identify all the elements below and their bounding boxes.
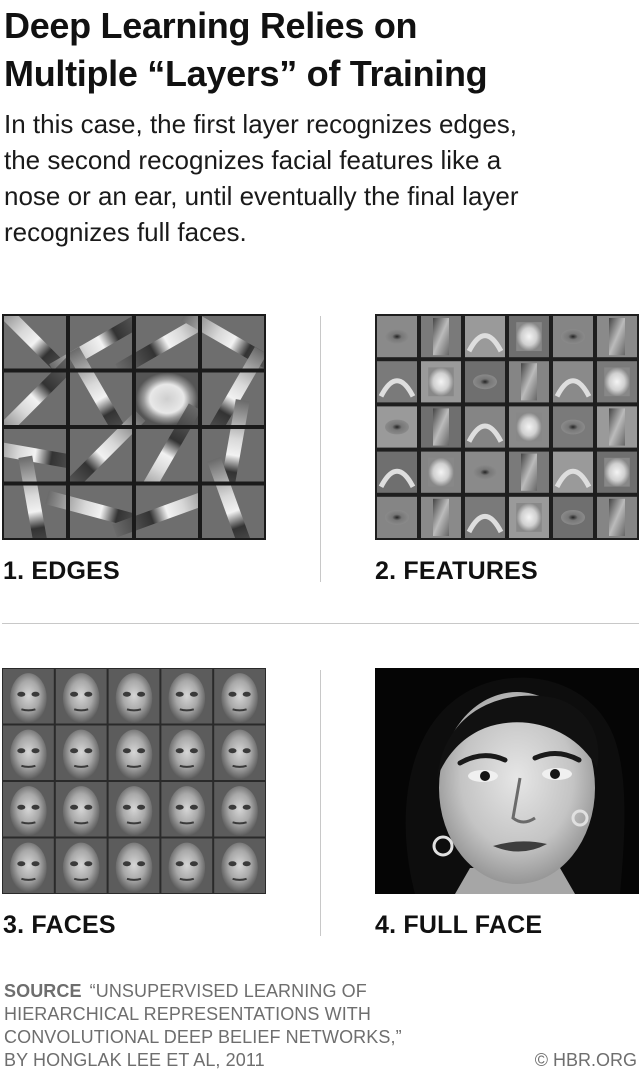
- feature-filter-tile: [465, 406, 505, 448]
- full-face-photo: [375, 668, 639, 894]
- face-filter-tile: [3, 782, 54, 837]
- faces-label: 3. FACES: [3, 911, 116, 939]
- face-filter-tile: [55, 782, 107, 837]
- subtitle-line: recognizes full faces.: [4, 217, 247, 247]
- feature-filter-tile: [597, 451, 637, 493]
- subtitle-line: In this case, the first layer recognizes…: [4, 109, 518, 139]
- feature-filter-tile: [553, 451, 593, 493]
- source-text: “UNSUPERVISED LEARNING OF: [89, 981, 367, 1001]
- feature-filter-tile: [421, 361, 461, 403]
- feature-filter-tile: [465, 316, 505, 358]
- feature-filter-tile: [421, 406, 461, 448]
- feature-filter-tile: [597, 406, 637, 448]
- edges-image: [2, 314, 266, 540]
- face-filter-tile: [3, 725, 54, 780]
- face-filter-tile: [55, 669, 107, 724]
- full-face-label: 4. FULL FACE: [375, 911, 543, 939]
- feature-filter-tile: [553, 361, 593, 403]
- feature-filter-tile: [377, 361, 417, 403]
- face-filter-tile: [55, 838, 107, 893]
- feature-filter-tile: [465, 496, 505, 538]
- face-filter-tile: [3, 669, 54, 724]
- face-filter-tile: [161, 782, 213, 837]
- subtitle-line: the second recognizes facial features li…: [4, 145, 502, 175]
- face-filter-tile: [108, 782, 160, 837]
- horizontal-divider: [2, 623, 639, 624]
- source-text: CONVOLUTIONAL DEEP BELIEF NETWORKS,”: [4, 1027, 402, 1047]
- chart-subtitle: In this case, the first layer recognizes…: [4, 106, 634, 250]
- source-text: BY HONGLAK LEE ET AL, 2011: [4, 1050, 265, 1070]
- features-label: 2. FEATURES: [375, 557, 538, 585]
- chart-title: Deep Learning Relies on Multiple “Layers…: [4, 2, 634, 98]
- vertical-divider: [320, 316, 321, 582]
- face-filter-tile: [161, 838, 213, 893]
- faces-image: [2, 668, 266, 894]
- face-filter-tile: [3, 838, 54, 893]
- feature-filter-tile: [377, 316, 417, 358]
- face-filter-tile: [214, 669, 265, 724]
- source-key: SOURCE: [4, 981, 82, 1001]
- source-note: SOURCE “UNSUPERVISED LEARNING OF HIERARCH…: [4, 980, 524, 1072]
- feature-filter-tile: [377, 451, 417, 493]
- face-filter-tile: [161, 725, 213, 780]
- feature-filter-tile: [377, 496, 417, 538]
- face-filter-tile: [214, 838, 265, 893]
- features-image: [375, 314, 639, 540]
- face-filter-tile: [108, 669, 160, 724]
- feature-filter-tile: [421, 316, 461, 358]
- title-line: Deep Learning Relies on: [4, 5, 418, 46]
- feature-filter-tile: [597, 361, 637, 403]
- face-filter-tile: [214, 725, 265, 780]
- feature-filter-tile: [597, 496, 637, 538]
- feature-filter-tile: [421, 496, 461, 538]
- feature-filter-tile: [465, 451, 505, 493]
- copyright-credit: © HBR.ORG: [534, 1050, 637, 1070]
- feature-filter-tile: [553, 406, 593, 448]
- face-filter-tile: [108, 838, 160, 893]
- feature-filter-tile: [509, 406, 549, 448]
- face-filter-tile: [108, 725, 160, 780]
- face-filter-tile: [161, 669, 213, 724]
- feature-filter-tile: [421, 451, 461, 493]
- subtitle-line: nose or an ear, until eventually the fin…: [4, 181, 519, 211]
- feature-filter-tile: [509, 496, 549, 538]
- title-line: Multiple “Layers” of Training: [4, 53, 488, 94]
- source-text: HIERARCHICAL REPRESENTATIONS WITH: [4, 1004, 371, 1024]
- feature-filter-tile: [509, 361, 549, 403]
- vertical-divider: [320, 670, 321, 936]
- face-filter-tile: [214, 782, 265, 837]
- face-filter-tile: [55, 725, 107, 780]
- feature-filter-tile: [597, 316, 637, 358]
- feature-filter-tile: [509, 316, 549, 358]
- feature-filter-tile: [509, 451, 549, 493]
- feature-filter-tile: [465, 361, 505, 403]
- feature-filter-tile: [553, 496, 593, 538]
- feature-filter-tile: [377, 406, 417, 448]
- feature-filter-tile: [553, 316, 593, 358]
- edges-label: 1. EDGES: [3, 557, 120, 585]
